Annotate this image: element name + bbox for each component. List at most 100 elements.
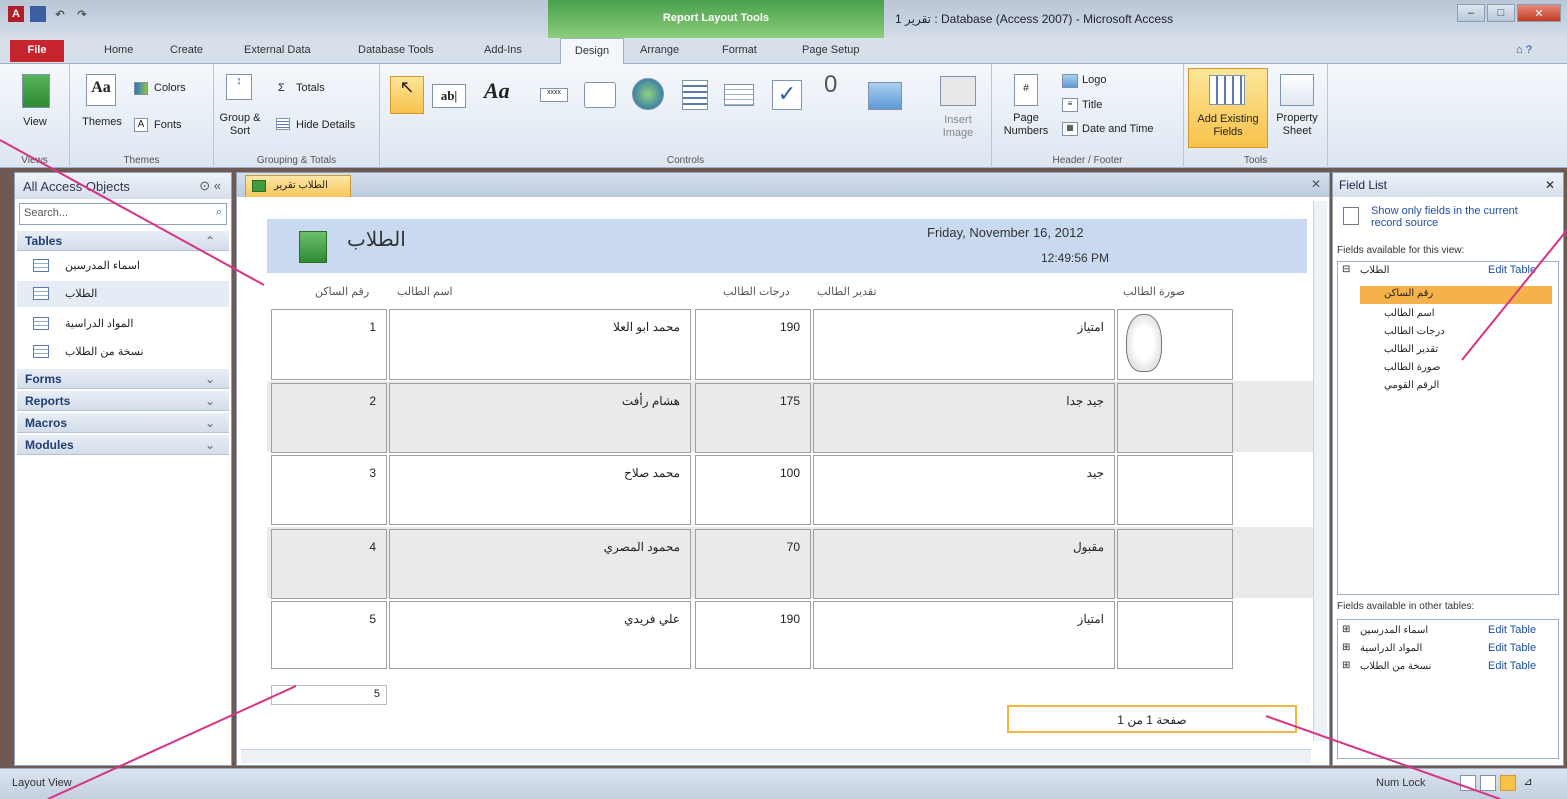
sidebar-item-table-4[interactable]: نسخة من الطلاب	[17, 339, 229, 365]
hide-details-button[interactable]: Hide Details	[296, 119, 355, 132]
cell-photo[interactable]	[1117, 601, 1233, 669]
nav-pane-header[interactable]: All Access Objects ⊙ «	[15, 173, 231, 199]
layout-view-icon[interactable]	[1500, 775, 1516, 791]
cell-grade[interactable]: جيد جدا	[813, 383, 1115, 453]
sidebar-item-table-3[interactable]: المواد الدراسية	[17, 311, 229, 337]
cell-photo[interactable]	[1117, 455, 1233, 525]
cell-photo[interactable]	[1117, 529, 1233, 599]
column-header-grade[interactable]: تقدير الطالب	[817, 285, 877, 298]
edit-table-link[interactable]: Edit Table	[1488, 264, 1536, 276]
column-header-photo[interactable]: صورة الطالب	[1123, 285, 1185, 298]
column-header-name[interactable]: اسم الطالب	[397, 285, 453, 298]
totals-button[interactable]: Totals	[296, 82, 325, 95]
maximize-button[interactable]: □	[1487, 4, 1515, 22]
cell-grade[interactable]: امتياز	[813, 601, 1115, 669]
close-document-icon[interactable]: ✕	[1311, 177, 1321, 191]
tab-database-tools[interactable]: Database Tools	[354, 42, 438, 58]
colors-button[interactable]: Colors	[154, 82, 186, 95]
tab-create[interactable]: Create	[166, 42, 207, 58]
field-item-selected[interactable]: رقم الساكن	[1360, 286, 1552, 304]
fonts-button[interactable]: Fonts	[154, 119, 182, 132]
group-sort-button[interactable]: Group & Sort	[216, 112, 264, 138]
sidebar-item-table-1[interactable]: اسماء المدرسين	[17, 253, 229, 279]
tab-control-icon[interactable]	[584, 82, 616, 108]
cell-name[interactable]: محمود المصري	[389, 529, 691, 599]
save-icon[interactable]	[30, 6, 46, 22]
report-time[interactable]: 12:49:56 PM	[1041, 251, 1109, 265]
tab-arrange[interactable]: Arrange	[636, 42, 683, 58]
field-item[interactable]: صورة الطالب	[1384, 362, 1440, 373]
cell-grade[interactable]: امتياز	[813, 309, 1115, 380]
undo-icon[interactable]: ↶	[52, 6, 68, 22]
label-control-icon[interactable]: Aa	[484, 78, 510, 104]
design-view-icon[interactable]: ⊿	[1520, 775, 1536, 791]
navigation-control-icon[interactable]	[682, 80, 708, 110]
themes-button[interactable]: Themes	[78, 116, 126, 129]
column-header-score[interactable]: درجات الطالب	[723, 285, 790, 298]
cell-score[interactable]: 190	[695, 309, 811, 380]
search-icon[interactable]: ⌕	[216, 206, 222, 219]
field-item[interactable]: اسم الطالب	[1384, 308, 1435, 319]
cell-score[interactable]: 175	[695, 383, 811, 453]
cell-score[interactable]: 70	[695, 529, 811, 599]
nav-search-input[interactable]: Search... ⌕	[19, 203, 227, 225]
expand-icon[interactable]: ⊞	[1342, 642, 1350, 653]
close-button[interactable]: ✕	[1517, 4, 1561, 22]
cell-score[interactable]: 190	[695, 601, 811, 669]
insert-image-icon[interactable]	[940, 76, 976, 106]
view-icon[interactable]	[22, 74, 50, 108]
tab-add-ins[interactable]: Add-Ins	[480, 42, 526, 58]
print-preview-icon[interactable]	[1480, 775, 1496, 791]
tab-file[interactable]: File	[10, 40, 64, 62]
field-item[interactable]: الرقم القومي	[1384, 380, 1439, 391]
logo-button[interactable]: Logo	[1082, 74, 1106, 87]
page-number-footer[interactable]: صفحة 1 من 1	[1007, 705, 1297, 733]
cell-name[interactable]: محمد صلاح	[389, 455, 691, 525]
cell-photo[interactable]	[1117, 309, 1233, 380]
edit-table-link[interactable]: Edit Table	[1488, 624, 1536, 636]
nav-section-tables[interactable]: Tables ⌃	[17, 231, 229, 251]
cell-name[interactable]: محمد ابو العلا	[389, 309, 691, 380]
cell-seat[interactable]: 3	[271, 455, 387, 525]
themes-icon[interactable]: Aa	[86, 74, 116, 106]
combo-box-icon[interactable]	[724, 84, 754, 106]
button-control-icon[interactable]: xxxx	[540, 88, 568, 102]
column-header-seat[interactable]: رقم الساكن	[315, 285, 369, 298]
image-control-icon[interactable]	[868, 82, 902, 110]
cell-seat[interactable]: 1	[271, 309, 387, 380]
collapse-nav-icon[interactable]: ⊙ «	[199, 178, 221, 194]
cell-name[interactable]: هشام رأفت	[389, 383, 691, 453]
view-button[interactable]: View	[0, 116, 70, 129]
show-only-fields-link[interactable]: Show only fields in the current record s…	[1371, 205, 1551, 229]
collapse-icon[interactable]: ⊟	[1342, 264, 1350, 275]
help-icon[interactable]: ⌂ ?	[1512, 42, 1536, 58]
select-pointer-icon[interactable]: ↖	[390, 76, 424, 114]
nav-section-forms[interactable]: Forms ⌄	[17, 369, 229, 389]
field-item[interactable]: تقدير الطالب	[1384, 344, 1438, 355]
expand-icon[interactable]: ⊞	[1342, 624, 1350, 635]
cell-grade[interactable]: مقبول	[813, 529, 1115, 599]
close-field-list-icon[interactable]: ✕	[1545, 178, 1555, 192]
redo-icon[interactable]: ↷	[74, 6, 90, 22]
title-button[interactable]: Title	[1082, 99, 1102, 112]
cell-score[interactable]: 100	[695, 455, 811, 525]
horizontal-scrollbar[interactable]	[241, 749, 1311, 763]
edit-table-link[interactable]: Edit Table	[1488, 642, 1536, 654]
tab-page-setup[interactable]: Page Setup	[798, 42, 864, 58]
page-numbers-button[interactable]: Page Numbers	[996, 112, 1056, 138]
attachment-icon[interactable]: 0	[824, 73, 837, 97]
textbox-control-icon[interactable]: ab|	[432, 84, 466, 108]
edit-table-link[interactable]: Edit Table	[1488, 660, 1536, 672]
nav-section-reports[interactable]: Reports ⌄	[17, 391, 229, 411]
document-tab-report[interactable]: الطلاب تقرير	[245, 175, 351, 197]
insert-image-button[interactable]: Insert Image	[934, 114, 982, 140]
nav-section-macros[interactable]: Macros ⌄	[17, 413, 229, 433]
cell-photo[interactable]	[1117, 383, 1233, 453]
record-count[interactable]: 5	[271, 685, 387, 705]
field-item[interactable]: درجات الطالب	[1384, 326, 1445, 337]
checkbox-control-icon[interactable]: ✓	[772, 80, 802, 110]
tab-format[interactable]: Format	[718, 42, 761, 58]
tab-home[interactable]: Home	[100, 42, 137, 58]
hyperlink-control-icon[interactable]	[632, 78, 664, 110]
cell-grade[interactable]: جيد	[813, 455, 1115, 525]
